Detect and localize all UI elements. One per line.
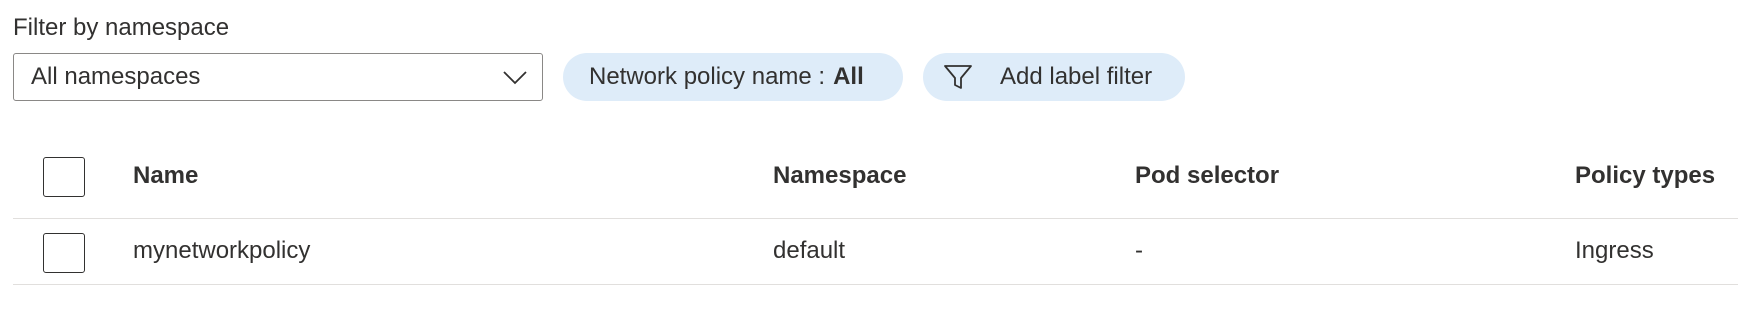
namespace-dropdown[interactable]: All namespaces — [13, 53, 543, 101]
policy-name-link[interactable]: mynetworkpolicy — [133, 237, 310, 265]
column-header-namespace[interactable]: Namespace — [773, 162, 906, 190]
network-policies-view: Filter by namespace All namespaces Netwo… — [0, 0, 1738, 312]
policy-namespace-cell: default — [773, 237, 846, 264]
add-label-filter-button[interactable]: Add label filter — [923, 53, 1185, 101]
select-all-checkbox[interactable] — [43, 157, 85, 197]
column-header-policy-types[interactable]: Policy types — [1575, 162, 1715, 190]
network-policies-table: Name Namespace Pod selector Policy types… — [13, 140, 1738, 285]
policy-name-filter-pill[interactable]: Network policy name : All — [563, 53, 903, 101]
namespace-dropdown-value: All namespaces — [31, 63, 201, 90]
column-header-name[interactable]: Name — [133, 162, 198, 190]
policy-types-cell: Ingress — [1575, 237, 1654, 264]
table-row: mynetworkpolicy default - Ingress — [13, 219, 1738, 285]
policy-name-filter-label: Network policy name : — [589, 63, 826, 90]
pod-selector-cell: - — [1135, 237, 1143, 264]
namespace-filter-label: Filter by namespace — [13, 14, 230, 41]
column-header-pod-selector[interactable]: Pod selector — [1135, 162, 1279, 190]
table-header-row: Name Namespace Pod selector Policy types — [13, 140, 1738, 219]
filter-icon — [944, 65, 972, 89]
row-select-checkbox[interactable] — [43, 233, 85, 273]
add-label-filter-label: Add label filter — [1000, 63, 1153, 90]
policy-name-filter-value: All — [833, 63, 864, 90]
chevron-down-icon — [503, 71, 527, 85]
